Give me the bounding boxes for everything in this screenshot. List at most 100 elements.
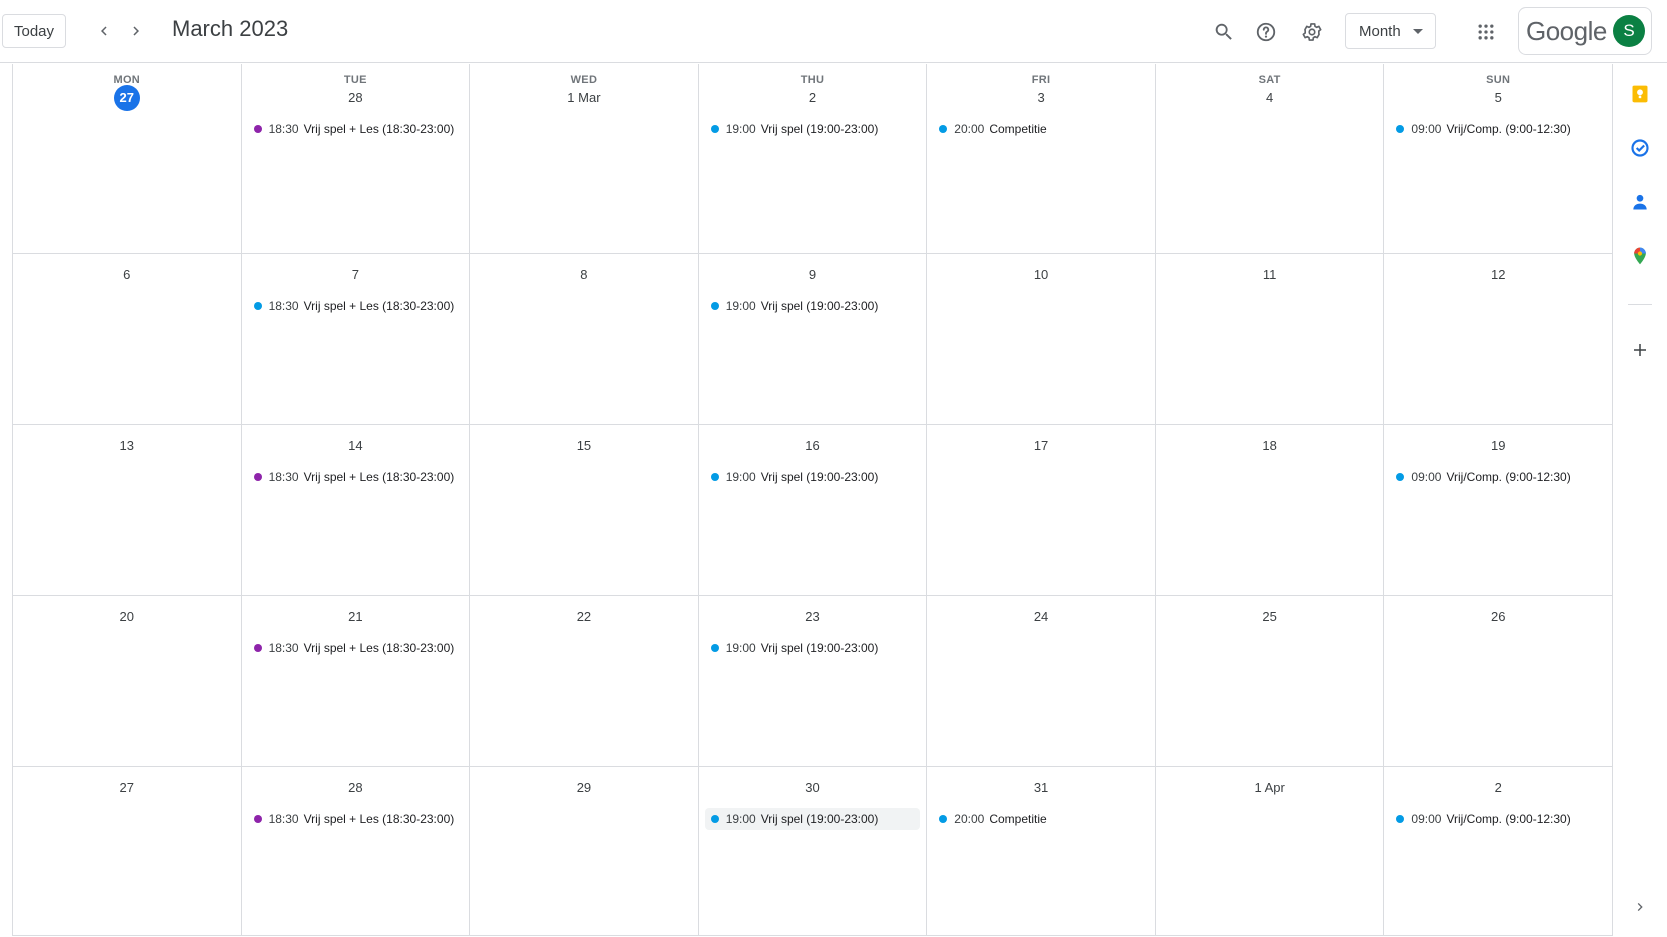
- day-number[interactable]: 24: [1028, 604, 1054, 630]
- day-number[interactable]: 30: [799, 775, 825, 801]
- day-cell[interactable]: 7 18:30 Vrij spel + Les (18:30-23:00): [241, 254, 471, 425]
- day-number[interactable]: 20: [114, 604, 140, 630]
- event-chip[interactable]: 19:00 Vrij spel (19:00-23:00): [705, 295, 921, 317]
- day-number[interactable]: 4: [1257, 85, 1283, 111]
- day-cell[interactable]: 28 18:30 Vrij spel + Les (18:30-23:00): [241, 767, 471, 936]
- day-cell[interactable]: 17: [927, 425, 1156, 596]
- add-addon-button[interactable]: [1622, 332, 1658, 368]
- event-chip[interactable]: 09:00 Vrij/Comp. (9:00-12:30): [1390, 466, 1606, 488]
- event-chip[interactable]: 09:00 Vrij/Comp. (9:00-12:30): [1390, 118, 1606, 140]
- day-number[interactable]: 16: [799, 433, 825, 459]
- day-number-today[interactable]: 27: [113, 85, 140, 111]
- event-chip[interactable]: 18:30 Vrij spel + Les (18:30-23:00): [248, 466, 464, 488]
- event-chip[interactable]: 18:30 Vrij spel + Les (18:30-23:00): [248, 808, 464, 830]
- day-cell[interactable]: MON 27: [13, 64, 242, 254]
- day-cell[interactable]: 9 19:00 Vrij spel (19:00-23:00): [698, 254, 928, 425]
- day-cell[interactable]: 30 19:00 Vrij spel (19:00-23:00): [698, 767, 928, 936]
- day-number[interactable]: 6: [114, 262, 140, 288]
- day-number[interactable]: 3: [1028, 85, 1054, 111]
- day-number[interactable]: 2: [1485, 775, 1511, 801]
- day-number[interactable]: 9: [799, 262, 825, 288]
- day-number[interactable]: 12: [1485, 262, 1511, 288]
- day-number[interactable]: 15: [571, 433, 597, 459]
- day-number[interactable]: 28: [342, 85, 368, 111]
- event-chip[interactable]: 18:30 Vrij spel + Les (18:30-23:00): [248, 295, 464, 317]
- day-number[interactable]: 7: [342, 262, 368, 288]
- search-button[interactable]: [1206, 14, 1242, 50]
- account-button[interactable]: Google S: [1518, 7, 1652, 55]
- day-number[interactable]: 21: [342, 604, 368, 630]
- day-cell[interactable]: 22: [470, 596, 699, 767]
- day-cell[interactable]: 20: [13, 596, 242, 767]
- day-cell[interactable]: 27: [13, 767, 242, 936]
- day-cell[interactable]: SAT 4: [1155, 64, 1385, 254]
- day-cell[interactable]: FRI 3 20:00 Competitie: [927, 64, 1156, 254]
- avatar[interactable]: S: [1613, 15, 1645, 47]
- day-number[interactable]: 26: [1485, 604, 1511, 630]
- day-number[interactable]: 11: [1257, 262, 1283, 288]
- day-cell[interactable]: THU 2 19:00 Vrij spel (19:00-23:00): [698, 64, 928, 254]
- apps-button[interactable]: [1468, 14, 1504, 50]
- day-cell[interactable]: 6: [13, 254, 242, 425]
- help-button[interactable]: [1248, 14, 1284, 50]
- day-cell[interactable]: 16 19:00 Vrij spel (19:00-23:00): [698, 425, 928, 596]
- event-chip[interactable]: 20:00 Competitie: [933, 118, 1149, 140]
- day-cell[interactable]: 8: [470, 254, 699, 425]
- day-cell[interactable]: 11: [1155, 254, 1385, 425]
- day-number[interactable]: 27: [114, 775, 140, 801]
- day-number[interactable]: 5: [1485, 85, 1511, 111]
- event-chip[interactable]: 19:00 Vrij spel (19:00-23:00): [705, 637, 921, 659]
- today-button[interactable]: Today: [2, 14, 66, 48]
- day-number[interactable]: 1 Mar: [567, 85, 600, 111]
- day-cell[interactable]: TUE 28 18:30 Vrij spel + Les (18:30-23:00): [241, 64, 471, 254]
- day-cell[interactable]: 13: [13, 425, 242, 596]
- day-number[interactable]: 28: [342, 775, 368, 801]
- event-chip[interactable]: 19:00 Vrij spel (19:00-23:00): [705, 118, 921, 140]
- day-number[interactable]: 13: [114, 433, 140, 459]
- day-cell[interactable]: 26: [1384, 596, 1613, 767]
- day-cell[interactable]: 31 20:00 Competitie: [927, 767, 1156, 936]
- day-number[interactable]: 19: [1485, 433, 1511, 459]
- day-cell[interactable]: 15: [470, 425, 699, 596]
- tasks-button[interactable]: [1622, 130, 1658, 166]
- day-number[interactable]: 22: [571, 604, 597, 630]
- day-cell[interactable]: WED 1 Mar: [470, 64, 699, 254]
- day-number[interactable]: 17: [1028, 433, 1054, 459]
- day-cell[interactable]: 12: [1384, 254, 1613, 425]
- event-chip[interactable]: 20:00 Competitie: [933, 808, 1149, 830]
- event-chip[interactable]: 19:00 Vrij spel (19:00-23:00): [705, 466, 921, 488]
- day-cell[interactable]: 2 09:00 Vrij/Comp. (9:00-12:30): [1384, 767, 1613, 936]
- contacts-button[interactable]: [1622, 184, 1658, 220]
- day-cell[interactable]: 18: [1155, 425, 1385, 596]
- settings-button[interactable]: [1294, 14, 1330, 50]
- day-number[interactable]: 29: [571, 775, 597, 801]
- day-cell[interactable]: 19 09:00 Vrij/Comp. (9:00-12:30): [1384, 425, 1613, 596]
- keep-button[interactable]: [1622, 76, 1658, 112]
- day-number[interactable]: 2: [799, 85, 825, 111]
- day-cell[interactable]: SUN 5 09:00 Vrij/Comp. (9:00-12:30): [1384, 64, 1613, 254]
- event-chip[interactable]: 09:00 Vrij/Comp. (9:00-12:30): [1390, 808, 1606, 830]
- day-number[interactable]: 10: [1028, 262, 1054, 288]
- day-number[interactable]: 25: [1257, 604, 1283, 630]
- day-number[interactable]: 8: [571, 262, 597, 288]
- day-cell[interactable]: 14 18:30 Vrij spel + Les (18:30-23:00): [241, 425, 471, 596]
- day-number[interactable]: 18: [1257, 433, 1283, 459]
- expand-panel-button[interactable]: [1622, 889, 1658, 925]
- day-cell[interactable]: 10: [927, 254, 1156, 425]
- day-cell[interactable]: 25: [1155, 596, 1385, 767]
- event-chip[interactable]: 19:00 Vrij spel (19:00-23:00): [704, 808, 921, 830]
- day-number[interactable]: 31: [1028, 775, 1054, 801]
- view-select[interactable]: Month: [1345, 13, 1436, 49]
- day-cell[interactable]: 23 19:00 Vrij spel (19:00-23:00): [698, 596, 928, 767]
- day-number[interactable]: 23: [799, 604, 825, 630]
- day-cell[interactable]: 29: [470, 767, 699, 936]
- day-cell[interactable]: 1 Apr: [1155, 767, 1385, 936]
- day-number[interactable]: 14: [342, 433, 368, 459]
- next-month-button[interactable]: [120, 15, 152, 47]
- previous-month-button[interactable]: [88, 15, 120, 47]
- maps-button[interactable]: [1622, 238, 1658, 274]
- day-number[interactable]: 1 Apr: [1254, 775, 1284, 801]
- event-chip[interactable]: 18:30 Vrij spel + Les (18:30-23:00): [248, 118, 464, 140]
- event-chip[interactable]: 18:30 Vrij spel + Les (18:30-23:00): [248, 637, 464, 659]
- day-cell[interactable]: 24: [927, 596, 1156, 767]
